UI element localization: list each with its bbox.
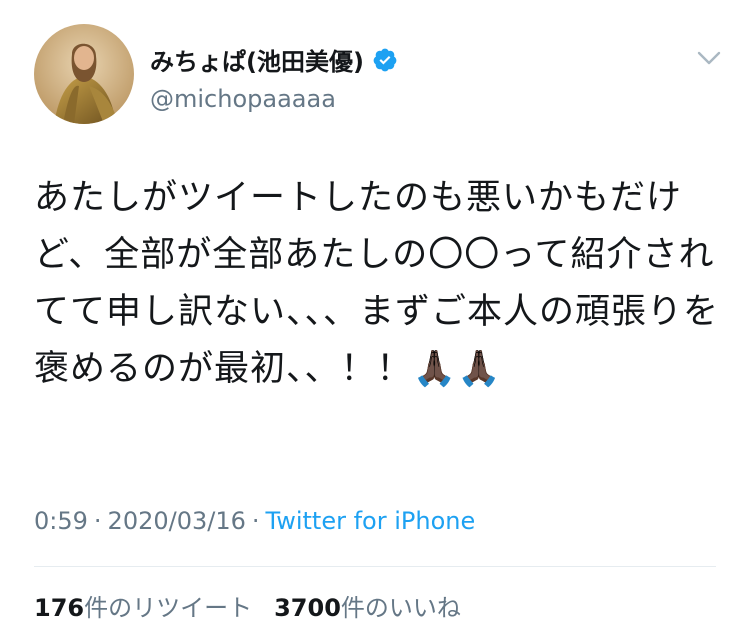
likes-label: 件のいいね (340, 594, 461, 622)
tweet-text: あたしがツイートしたのも悪いかもだけど、全部が全部あたしの〇〇って紹介されてて申… (34, 178, 720, 389)
tweet-stats: 176 件のリツイート 3700 件のいいね (34, 588, 461, 623)
tweet-meta: 0:59 · 2020/03/16 · Twitter for iPhone (34, 507, 475, 535)
retweets-stat[interactable]: 176 件のリツイート (34, 588, 252, 623)
display-name[interactable]: みちょぱ(池田美優) (150, 42, 364, 77)
meta-separator: · (93, 507, 102, 535)
tweet-time[interactable]: 0:59 (34, 507, 88, 535)
likes-stat[interactable]: 3700 件のいいね (274, 588, 461, 623)
tweet-header: みちょぱ(池田美優) @michopaaaaa (0, 0, 750, 150)
user-handle[interactable]: @michopaaaaa (150, 85, 336, 113)
verified-badge-icon (373, 48, 397, 71)
avatar[interactable] (34, 24, 134, 124)
meta-separator: · (251, 507, 260, 535)
name-row: みちょぱ(池田美優) (150, 42, 398, 77)
divider (34, 566, 716, 567)
tweet-date[interactable]: 2020/03/16 (108, 507, 246, 535)
retweets-count: 176 (34, 594, 85, 622)
tweet-source-link[interactable]: Twitter for iPhone (266, 507, 476, 535)
retweets-label: 件のリツイート (84, 594, 253, 622)
chevron-down-icon[interactable] (696, 48, 722, 68)
likes-count: 3700 (274, 594, 341, 622)
